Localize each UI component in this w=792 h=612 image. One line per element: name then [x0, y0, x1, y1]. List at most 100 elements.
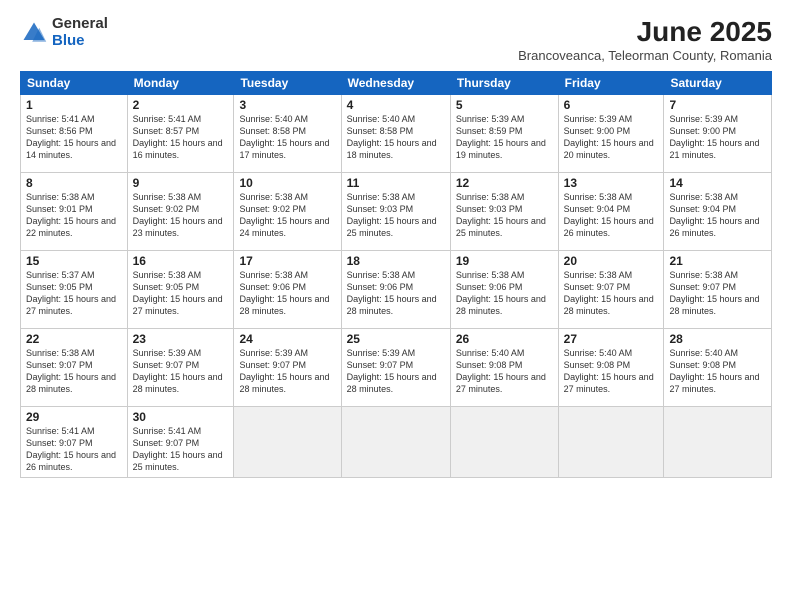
- table-row: 16 Sunrise: 5:38 AMSunset: 9:05 PMDaylig…: [127, 251, 234, 329]
- month-title: June 2025: [518, 16, 772, 48]
- calendar-body: 1 Sunrise: 5:41 AMSunset: 8:56 PMDayligh…: [21, 95, 772, 478]
- day-number: 26: [456, 332, 553, 346]
- day-info: Sunrise: 5:38 AMSunset: 9:06 PMDaylight:…: [347, 270, 437, 316]
- day-number: 4: [347, 98, 445, 112]
- day-info: Sunrise: 5:41 AMSunset: 8:56 PMDaylight:…: [26, 114, 116, 160]
- day-info: Sunrise: 5:40 AMSunset: 8:58 PMDaylight:…: [239, 114, 329, 160]
- day-number: 28: [669, 332, 766, 346]
- day-info: Sunrise: 5:38 AMSunset: 9:07 PMDaylight:…: [564, 270, 654, 316]
- day-info: Sunrise: 5:39 AMSunset: 9:00 PMDaylight:…: [669, 114, 759, 160]
- col-friday: Friday: [558, 72, 664, 95]
- day-number: 18: [347, 254, 445, 268]
- day-number: 21: [669, 254, 766, 268]
- day-info: Sunrise: 5:38 AMSunset: 9:02 PMDaylight:…: [239, 192, 329, 238]
- table-row: [341, 407, 450, 478]
- day-number: 19: [456, 254, 553, 268]
- page: General Blue June 2025 Brancoveanca, Tel…: [0, 0, 792, 612]
- day-info: Sunrise: 5:39 AMSunset: 9:07 PMDaylight:…: [239, 348, 329, 394]
- day-info: Sunrise: 5:38 AMSunset: 9:06 PMDaylight:…: [456, 270, 546, 316]
- col-monday: Monday: [127, 72, 234, 95]
- header-row: Sunday Monday Tuesday Wednesday Thursday…: [21, 72, 772, 95]
- day-info: Sunrise: 5:38 AMSunset: 9:06 PMDaylight:…: [239, 270, 329, 316]
- table-row: 15 Sunrise: 5:37 AMSunset: 9:05 PMDaylig…: [21, 251, 128, 329]
- day-info: Sunrise: 5:38 AMSunset: 9:04 PMDaylight:…: [564, 192, 654, 238]
- table-row: 10 Sunrise: 5:38 AMSunset: 9:02 PMDaylig…: [234, 173, 341, 251]
- header: General Blue June 2025 Brancoveanca, Tel…: [20, 16, 772, 63]
- day-number: 5: [456, 98, 553, 112]
- table-row: 12 Sunrise: 5:38 AMSunset: 9:03 PMDaylig…: [450, 173, 558, 251]
- day-number: 14: [669, 176, 766, 190]
- logo: General Blue: [20, 16, 108, 49]
- day-info: Sunrise: 5:40 AMSunset: 8:58 PMDaylight:…: [347, 114, 437, 160]
- table-row: [558, 407, 664, 478]
- table-row: 23 Sunrise: 5:39 AMSunset: 9:07 PMDaylig…: [127, 329, 234, 407]
- day-number: 24: [239, 332, 335, 346]
- calendar-table: Sunday Monday Tuesday Wednesday Thursday…: [20, 71, 772, 478]
- day-number: 15: [26, 254, 122, 268]
- logo-blue: Blue: [52, 32, 85, 49]
- table-row: [664, 407, 772, 478]
- day-info: Sunrise: 5:39 AMSunset: 9:00 PMDaylight:…: [564, 114, 654, 160]
- day-info: Sunrise: 5:38 AMSunset: 9:03 PMDaylight:…: [456, 192, 546, 238]
- table-row: 26 Sunrise: 5:40 AMSunset: 9:08 PMDaylig…: [450, 329, 558, 407]
- day-number: 2: [133, 98, 229, 112]
- day-number: 17: [239, 254, 335, 268]
- day-number: 12: [456, 176, 553, 190]
- table-row: 2 Sunrise: 5:41 AMSunset: 8:57 PMDayligh…: [127, 95, 234, 173]
- day-number: 13: [564, 176, 659, 190]
- table-row: [234, 407, 341, 478]
- day-number: 25: [347, 332, 445, 346]
- table-row: 24 Sunrise: 5:39 AMSunset: 9:07 PMDaylig…: [234, 329, 341, 407]
- day-info: Sunrise: 5:38 AMSunset: 9:07 PMDaylight:…: [26, 348, 116, 394]
- day-info: Sunrise: 5:38 AMSunset: 9:03 PMDaylight:…: [347, 192, 437, 238]
- logo-text: General Blue: [52, 16, 108, 49]
- day-info: Sunrise: 5:39 AMSunset: 8:59 PMDaylight:…: [456, 114, 546, 160]
- day-info: Sunrise: 5:40 AMSunset: 9:08 PMDaylight:…: [456, 348, 546, 394]
- table-row: 11 Sunrise: 5:38 AMSunset: 9:03 PMDaylig…: [341, 173, 450, 251]
- table-row: 25 Sunrise: 5:39 AMSunset: 9:07 PMDaylig…: [341, 329, 450, 407]
- table-row: 28 Sunrise: 5:40 AMSunset: 9:08 PMDaylig…: [664, 329, 772, 407]
- day-number: 9: [133, 176, 229, 190]
- day-info: Sunrise: 5:37 AMSunset: 9:05 PMDaylight:…: [26, 270, 116, 316]
- day-number: 11: [347, 176, 445, 190]
- day-number: 23: [133, 332, 229, 346]
- day-number: 7: [669, 98, 766, 112]
- table-row: 3 Sunrise: 5:40 AMSunset: 8:58 PMDayligh…: [234, 95, 341, 173]
- day-info: Sunrise: 5:40 AMSunset: 9:08 PMDaylight:…: [669, 348, 759, 394]
- logo-icon: [20, 19, 48, 47]
- day-info: Sunrise: 5:38 AMSunset: 9:02 PMDaylight:…: [133, 192, 223, 238]
- table-row: 30 Sunrise: 5:41 AMSunset: 9:07 PMDaylig…: [127, 407, 234, 478]
- col-saturday: Saturday: [664, 72, 772, 95]
- table-row: 20 Sunrise: 5:38 AMSunset: 9:07 PMDaylig…: [558, 251, 664, 329]
- col-thursday: Thursday: [450, 72, 558, 95]
- day-info: Sunrise: 5:38 AMSunset: 9:04 PMDaylight:…: [669, 192, 759, 238]
- table-row: 5 Sunrise: 5:39 AMSunset: 8:59 PMDayligh…: [450, 95, 558, 173]
- day-number: 3: [239, 98, 335, 112]
- day-info: Sunrise: 5:39 AMSunset: 9:07 PMDaylight:…: [133, 348, 223, 394]
- calendar-header: Sunday Monday Tuesday Wednesday Thursday…: [21, 72, 772, 95]
- table-row: 21 Sunrise: 5:38 AMSunset: 9:07 PMDaylig…: [664, 251, 772, 329]
- table-row: 1 Sunrise: 5:41 AMSunset: 8:56 PMDayligh…: [21, 95, 128, 173]
- day-info: Sunrise: 5:39 AMSunset: 9:07 PMDaylight:…: [347, 348, 437, 394]
- col-tuesday: Tuesday: [234, 72, 341, 95]
- day-number: 16: [133, 254, 229, 268]
- day-number: 1: [26, 98, 122, 112]
- day-info: Sunrise: 5:41 AMSunset: 8:57 PMDaylight:…: [133, 114, 223, 160]
- day-number: 27: [564, 332, 659, 346]
- table-row: 7 Sunrise: 5:39 AMSunset: 9:00 PMDayligh…: [664, 95, 772, 173]
- title-block: June 2025 Brancoveanca, Teleorman County…: [518, 16, 772, 63]
- table-row: 14 Sunrise: 5:38 AMSunset: 9:04 PMDaylig…: [664, 173, 772, 251]
- logo-general: General: [52, 15, 108, 32]
- table-row: 17 Sunrise: 5:38 AMSunset: 9:06 PMDaylig…: [234, 251, 341, 329]
- table-row: 4 Sunrise: 5:40 AMSunset: 8:58 PMDayligh…: [341, 95, 450, 173]
- day-info: Sunrise: 5:38 AMSunset: 9:05 PMDaylight:…: [133, 270, 223, 316]
- day-number: 30: [133, 410, 229, 424]
- day-number: 22: [26, 332, 122, 346]
- col-sunday: Sunday: [21, 72, 128, 95]
- day-number: 6: [564, 98, 659, 112]
- day-number: 8: [26, 176, 122, 190]
- day-number: 10: [239, 176, 335, 190]
- day-info: Sunrise: 5:41 AMSunset: 9:07 PMDaylight:…: [133, 426, 223, 472]
- table-row: 18 Sunrise: 5:38 AMSunset: 9:06 PMDaylig…: [341, 251, 450, 329]
- table-row: 27 Sunrise: 5:40 AMSunset: 9:08 PMDaylig…: [558, 329, 664, 407]
